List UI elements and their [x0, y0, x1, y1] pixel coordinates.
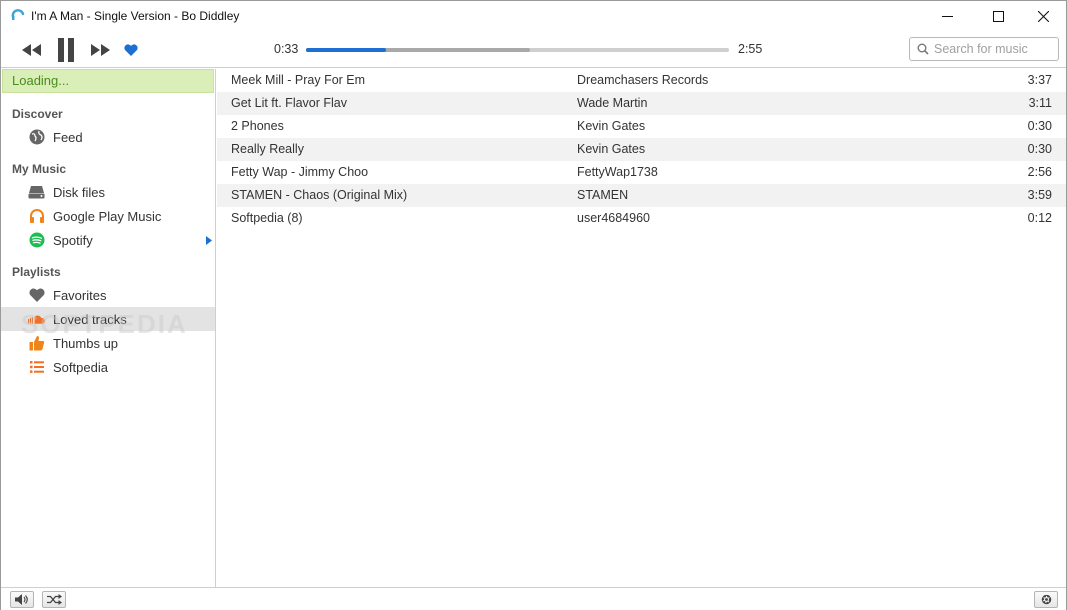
hard-drive-icon — [28, 184, 45, 200]
gear-icon — [1041, 594, 1051, 605]
fast-forward-icon — [91, 44, 110, 56]
list-icon — [28, 359, 45, 375]
minimize-button[interactable] — [924, 1, 970, 31]
track-title: STAMEN - Chaos (Original Mix) — [231, 188, 408, 202]
sidebar-item-disk-files[interactable]: Disk files — [1, 180, 215, 204]
player-toolbar: 0:33 2:55 — [1, 31, 1066, 68]
section-heading-playlists: Playlists — [12, 265, 61, 279]
pause-icon — [58, 38, 74, 62]
sidebar: Loading... Discover Feed My Music Disk f… — [1, 69, 216, 587]
sidebar-item-google-play-music[interactable]: Google Play Music — [1, 204, 215, 228]
track-artist: Dreamchasers Records — [577, 73, 709, 87]
sidebar-item-label: Feed — [53, 130, 83, 145]
thumbs-up-icon — [28, 335, 45, 351]
track-duration: 3:11 — [1028, 96, 1052, 110]
track-duration: 3:37 — [1027, 73, 1052, 87]
loading-status: Loading... — [2, 69, 214, 93]
track-artist: Kevin Gates — [577, 142, 646, 156]
table-row[interactable]: Meek Mill - Pray For Em Dreamchasers Reco… — [217, 69, 1066, 92]
track-duration: 0:12 — [1027, 211, 1052, 225]
progress-fill — [306, 48, 386, 52]
maximize-button[interactable] — [975, 1, 1021, 31]
track-artist: Wade Martin — [577, 96, 648, 110]
volume-button[interactable] — [10, 591, 34, 608]
settings-button[interactable] — [1034, 591, 1058, 608]
sidebar-item-label: Loved tracks — [53, 312, 127, 327]
rewind-icon — [22, 44, 41, 56]
title-bar: I'm A Man - Single Version - Bo Diddley — [1, 1, 1066, 31]
shuffle-button[interactable] — [42, 591, 66, 608]
search-input[interactable] — [934, 40, 1054, 58]
heart-icon — [124, 44, 138, 56]
track-title: Get Lit ft. Flavor Flav — [231, 96, 348, 110]
sidebar-item-label: Softpedia — [53, 360, 108, 375]
speaker-icon — [15, 594, 28, 605]
app-window: I'm A Man - Single Version - Bo Diddley — [0, 0, 1067, 610]
sidebar-item-favorites[interactable]: Favorites — [1, 283, 215, 307]
minimize-icon — [941, 15, 953, 17]
heart-icon — [28, 287, 45, 303]
soundcloud-icon — [28, 311, 45, 327]
table-row[interactable]: STAMEN - Chaos (Original Mix) STAMEN 3:59 — [217, 184, 1066, 207]
app-logo-icon — [11, 9, 25, 20]
search-box[interactable] — [909, 37, 1059, 61]
track-artist: STAMEN — [577, 188, 629, 202]
bottom-bar — [1, 587, 1066, 610]
close-button[interactable] — [1020, 1, 1066, 31]
sidebar-item-label: Google Play Music — [53, 209, 162, 224]
track-title: Really Really — [231, 142, 304, 156]
shuffle-icon — [46, 594, 62, 605]
table-row[interactable]: Get Lit ft. Flavor Flav Wade Martin 3:11 — [217, 92, 1066, 115]
track-title: Softpedia (8) — [231, 211, 303, 225]
track-title: Fetty Wap - Jimmy Choo — [231, 165, 369, 179]
close-icon — [1037, 10, 1049, 22]
headphones-icon — [28, 208, 45, 224]
expand-arrow-icon[interactable] — [206, 236, 212, 245]
sidebar-item-spotify[interactable]: Spotify — [1, 228, 215, 252]
section-heading-my-music: My Music — [12, 162, 67, 176]
section-heading-discover: Discover — [12, 107, 63, 121]
sidebar-item-label: Thumbs up — [53, 336, 119, 351]
pause-button[interactable] — [54, 38, 78, 62]
rewind-button[interactable] — [20, 38, 44, 62]
sidebar-item-loved-tracks[interactable]: Loved tracks — [1, 307, 215, 331]
elapsed-time: 0:33 — [274, 42, 299, 56]
sidebar-item-feed[interactable]: Feed — [1, 125, 215, 149]
track-duration: 0:30 — [1027, 142, 1052, 156]
total-duration: 2:55 — [738, 42, 763, 56]
maximize-icon — [992, 10, 1004, 22]
table-row[interactable]: Softpedia (8) user4684960 0:12 — [217, 207, 1066, 230]
search-icon — [917, 43, 929, 55]
table-row[interactable]: 2 Phones Kevin Gates 0:30 — [217, 115, 1066, 138]
spotify-icon — [28, 232, 45, 248]
table-row[interactable]: Fetty Wap - Jimmy Choo FettyWap1738 2:56 — [217, 161, 1066, 184]
track-artist: Kevin Gates — [577, 119, 646, 133]
track-artist: FettyWap1738 — [577, 165, 658, 179]
sidebar-item-thumbs-up[interactable]: Thumbs up — [1, 331, 215, 355]
track-title: 2 Phones — [231, 119, 284, 133]
track-title: Meek Mill - Pray For Em — [231, 73, 366, 87]
sidebar-item-label: Favorites — [53, 288, 107, 303]
window-title: I'm A Man - Single Version - Bo Diddley — [31, 9, 240, 23]
track-duration: 0:30 — [1027, 119, 1052, 133]
track-duration: 2:56 — [1027, 165, 1052, 179]
track-artist: user4684960 — [577, 211, 650, 225]
sidebar-item-label: Disk files — [53, 185, 106, 200]
globe-icon — [28, 129, 45, 145]
sidebar-item-label: Spotify — [53, 233, 93, 248]
love-button[interactable] — [121, 38, 141, 62]
sidebar-item-softpedia[interactable]: Softpedia — [1, 355, 215, 379]
track-list: Meek Mill - Pray For Em Dreamchasers Reco… — [217, 69, 1066, 587]
track-duration: 3:59 — [1027, 188, 1052, 202]
table-row[interactable]: Really Really Kevin Gates 0:30 — [217, 138, 1066, 161]
fast-forward-button[interactable] — [88, 38, 112, 62]
progress-bar[interactable] — [306, 48, 729, 52]
